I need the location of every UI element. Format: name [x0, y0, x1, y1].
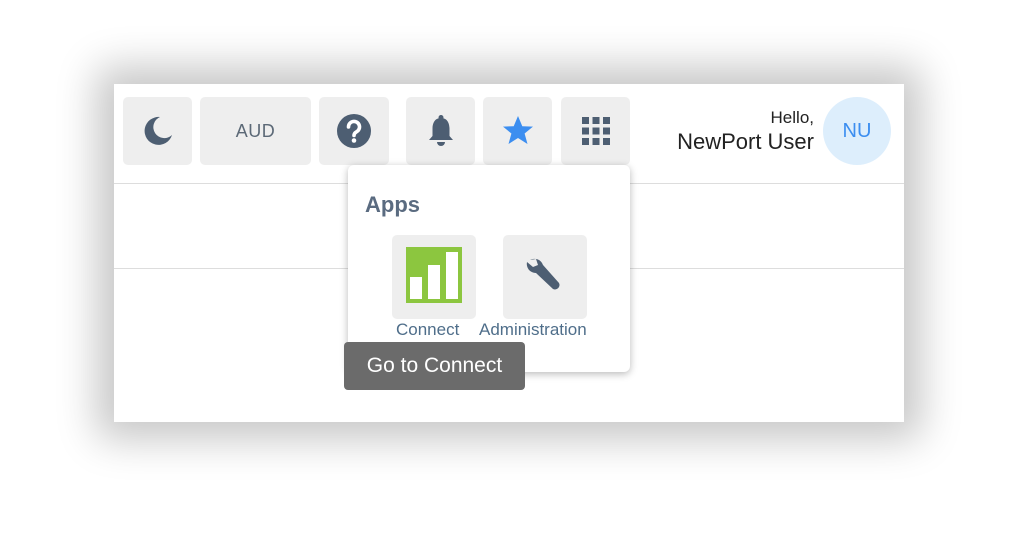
theme-toggle-button[interactable]	[123, 97, 192, 165]
bell-icon	[426, 114, 456, 148]
currency-button[interactable]: AUD	[200, 97, 311, 165]
app-header-panel: AUD Hello, NewPort User NU Apps Connect …	[114, 84, 904, 422]
administration-app-tile[interactable]	[503, 235, 587, 319]
connect-app-tile[interactable]	[392, 235, 476, 319]
moon-icon	[141, 114, 175, 148]
user-greeting: Hello, NewPort User	[677, 107, 814, 155]
help-button[interactable]	[319, 97, 389, 165]
notifications-button[interactable]	[406, 97, 475, 165]
bar-chart-icon	[406, 246, 462, 308]
user-name: NewPort User	[677, 129, 814, 154]
apps-grid-button[interactable]	[561, 97, 630, 165]
favorites-button[interactable]	[483, 97, 552, 165]
star-icon	[501, 114, 535, 148]
user-avatar[interactable]: NU	[823, 97, 891, 165]
administration-app-label[interactable]: Administration	[479, 320, 587, 340]
avatar-initials: NU	[842, 119, 872, 142]
apps-menu-title: Apps	[365, 192, 420, 217]
connect-tooltip: Go to Connect	[344, 342, 525, 390]
greeting-text: Hello,	[770, 108, 814, 127]
connect-app-label[interactable]: Connect	[396, 320, 459, 340]
question-circle-icon	[336, 113, 372, 149]
apps-dropdown-menu: Apps Connect Administration	[348, 165, 630, 372]
currency-label: AUD	[235, 120, 276, 141]
wrench-icon	[523, 253, 567, 302]
tooltip-text: Go to Connect	[366, 354, 503, 377]
grid-icon	[581, 117, 610, 145]
